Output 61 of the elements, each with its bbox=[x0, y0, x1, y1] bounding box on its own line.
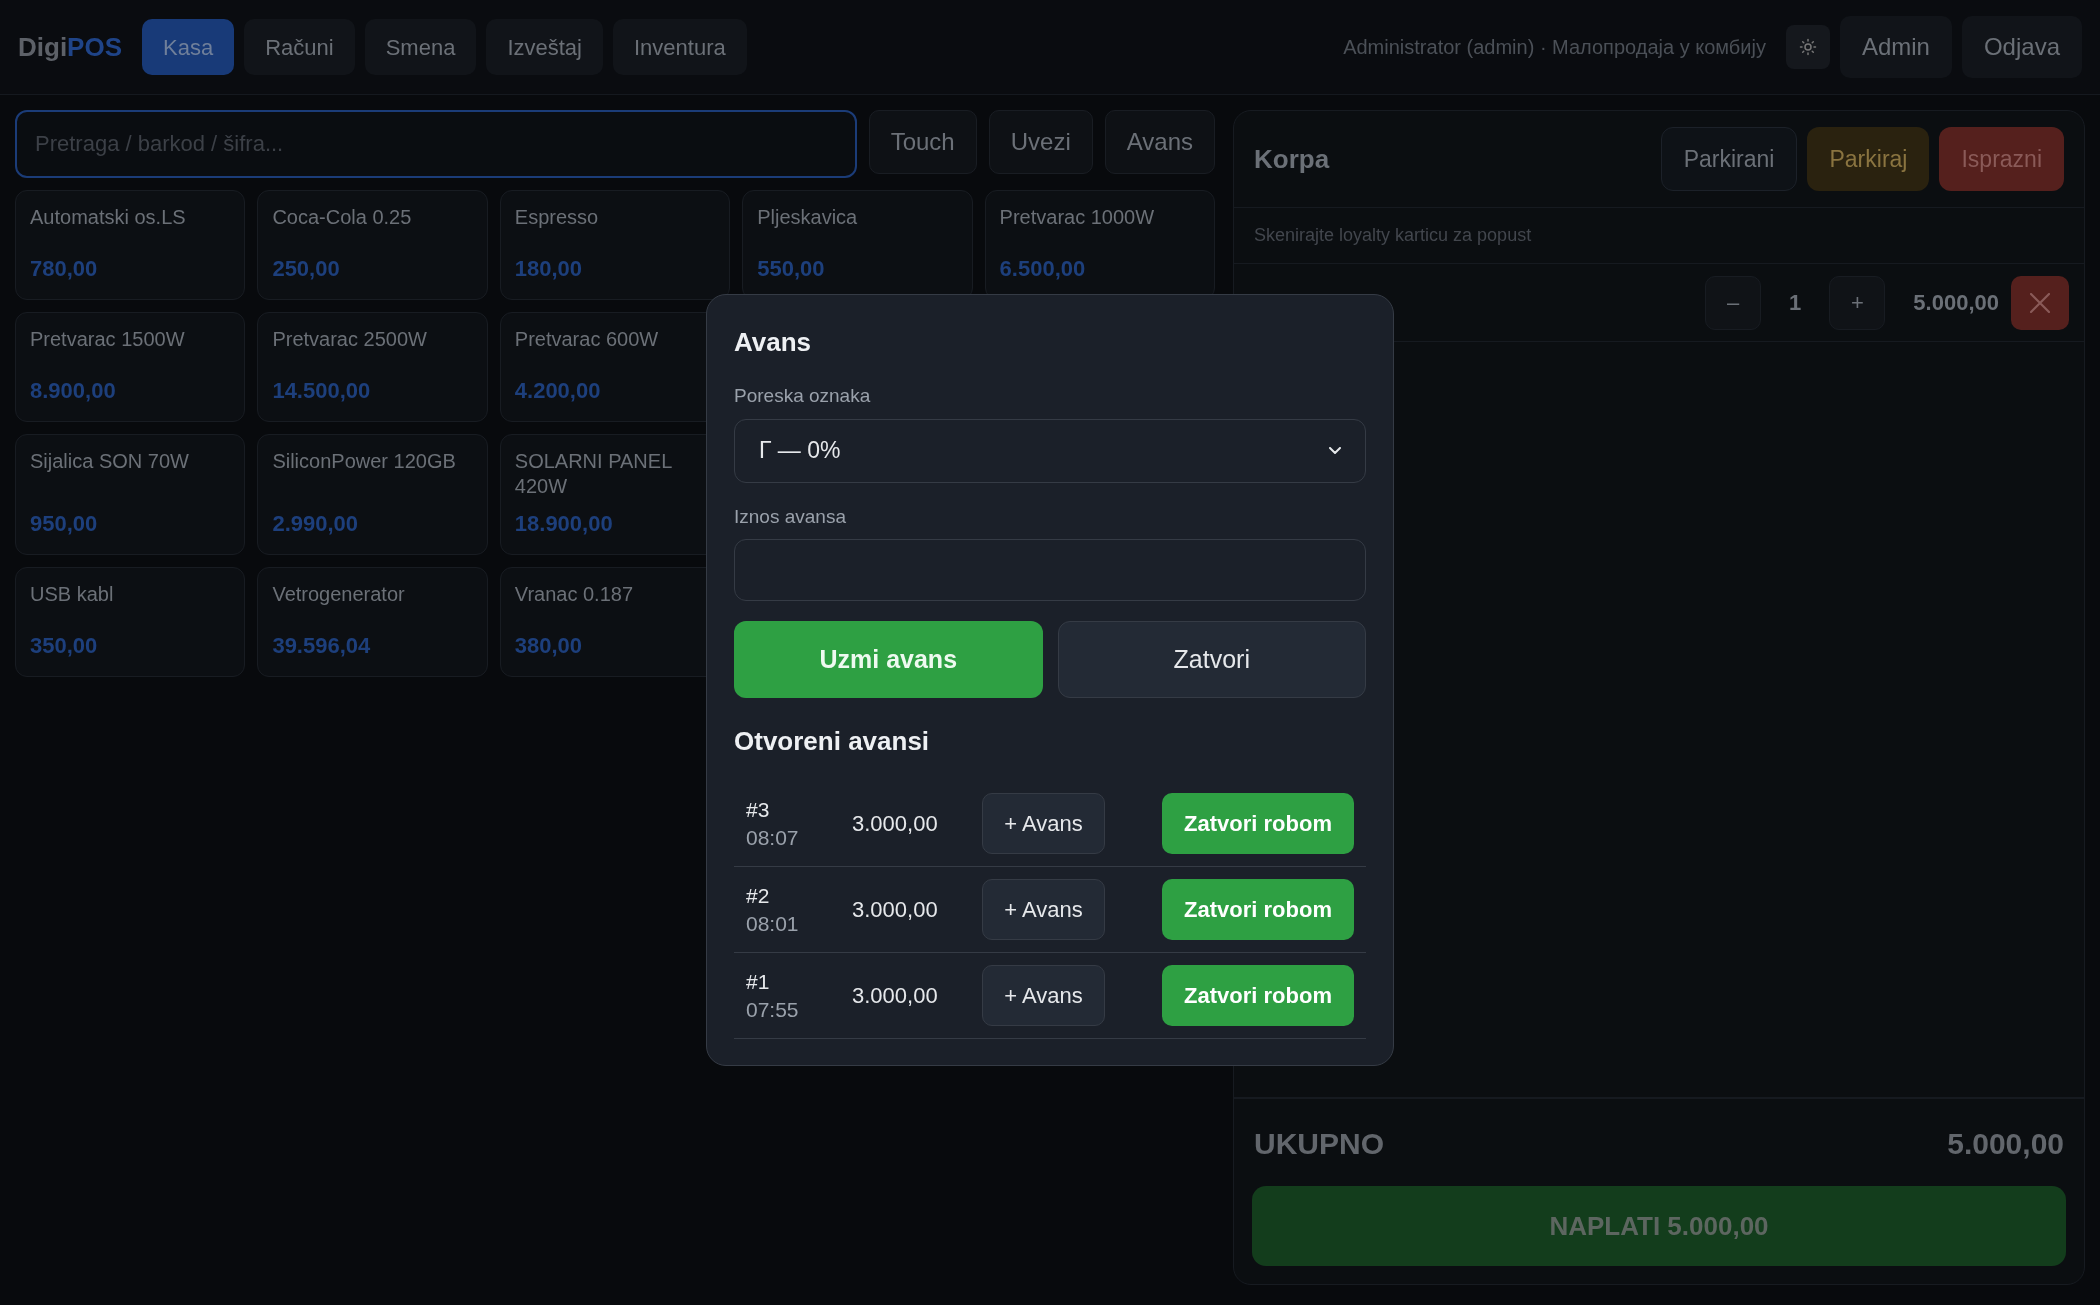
nav-tab[interactable]: Inventura bbox=[613, 19, 747, 75]
field-label: Poreska oznaka bbox=[734, 384, 871, 408]
increment-button[interactable]: + bbox=[1829, 275, 1886, 330]
add-advance-button[interactable]: + Avans bbox=[982, 793, 1105, 854]
advance-amount: 3.000,00 bbox=[852, 982, 939, 1010]
cart-button[interactable]: Parkirani bbox=[1660, 127, 1798, 191]
product-card[interactable]: Espresso 180,00 bbox=[499, 190, 731, 300]
product-card[interactable]: Sijalica SON 70W 950,00 bbox=[15, 434, 246, 555]
advance-amount: 3.000,00 bbox=[852, 810, 939, 838]
field-label: Iznos avansa bbox=[734, 504, 846, 529]
product-card[interactable]: Pretvarac 1500W 8.900,00 bbox=[15, 312, 246, 422]
nav-tab[interactable]: Računi bbox=[244, 19, 355, 75]
app-logo: DigiPOS bbox=[18, 30, 123, 64]
advance-time: 07:55 bbox=[746, 996, 799, 1023]
header-button[interactable]: Odjava bbox=[1961, 16, 2082, 78]
take-advance-button[interactable]: Uzmi avans bbox=[734, 621, 1043, 698]
line-total: 5.000,00 bbox=[1913, 289, 1999, 317]
nav-tab[interactable]: Izveštaj bbox=[486, 19, 603, 75]
quantity-value: 1 bbox=[1789, 289, 1802, 317]
product-card[interactable]: Vetrogenerator 39.596,04 bbox=[257, 567, 488, 677]
add-advance-button[interactable]: + Avans bbox=[982, 879, 1105, 940]
advance-time: 08:01 bbox=[746, 910, 799, 937]
advance-number: #2 bbox=[746, 883, 770, 910]
chevron-icon bbox=[1329, 447, 1341, 454]
advance-time: 08:07 bbox=[746, 824, 799, 851]
advance-number: #1 bbox=[746, 969, 770, 996]
header-button[interactable]: Admin bbox=[1839, 16, 1952, 78]
product-card[interactable]: Pretvarac 2500W 14.500,00 bbox=[257, 312, 488, 422]
pay-button[interactable]: NAPLATI 5.000,00 bbox=[1252, 1186, 2066, 1266]
cart-button[interactable]: Isprazni bbox=[1939, 127, 2064, 191]
dialog-title: Avans bbox=[734, 326, 812, 359]
product-card[interactable]: Coca-Cola 0.25 250,00 bbox=[257, 190, 488, 300]
close-with-goods-button[interactable]: Zatvori robom bbox=[1162, 879, 1354, 940]
sun-icon bbox=[1798, 38, 1817, 56]
advance-number: #3 bbox=[746, 797, 770, 824]
add-advance-button[interactable]: + Avans bbox=[982, 965, 1105, 1026]
cart-title: Korpa bbox=[1254, 142, 1331, 176]
toolbar-button[interactable]: Avans bbox=[1104, 110, 1215, 174]
loyalty-hint: Skenirajte loyalty karticu za popust bbox=[1254, 225, 1532, 245]
tax-select[interactable]: Г — 0% bbox=[734, 418, 1366, 483]
nav-tab[interactable]: Kasa bbox=[142, 19, 235, 75]
total-amount: 5.000,00 bbox=[1947, 1126, 2064, 1162]
cart-button[interactable]: Parkiraj bbox=[1807, 127, 1930, 191]
product-card[interactable]: SiliconPower 120GB 2.990,00 bbox=[257, 434, 488, 555]
toolbar-button[interactable]: Uvezi bbox=[988, 110, 1093, 174]
amount-field[interactable] bbox=[734, 539, 1366, 601]
product-card[interactable]: USB kabl 350,00 bbox=[15, 567, 246, 677]
close-with-goods-button[interactable]: Zatvori robom bbox=[1162, 965, 1354, 1026]
toolbar-button[interactable]: Touch bbox=[868, 110, 977, 174]
close-with-goods-button[interactable]: Zatvori robom bbox=[1162, 793, 1354, 854]
user-info: Administrator (admin) · Малопродаја у комбију bbox=[1343, 35, 1766, 60]
remove-button[interactable] bbox=[2011, 275, 2069, 330]
section-title: Otvoreni avansi bbox=[734, 725, 930, 758]
nav-tab[interactable]: Smena bbox=[364, 19, 477, 75]
advance-amount: 3.000,00 bbox=[852, 896, 939, 924]
theme-toggle[interactable] bbox=[1785, 25, 1830, 69]
total-label: UKUPNO bbox=[1254, 1126, 1384, 1162]
close-icon bbox=[2030, 292, 2050, 313]
close-button[interactable]: Zatvori bbox=[1057, 621, 1366, 698]
product-card[interactable]: Automatski os.LS 780,00 bbox=[15, 190, 246, 300]
decrement-button[interactable]: – bbox=[1705, 275, 1762, 330]
